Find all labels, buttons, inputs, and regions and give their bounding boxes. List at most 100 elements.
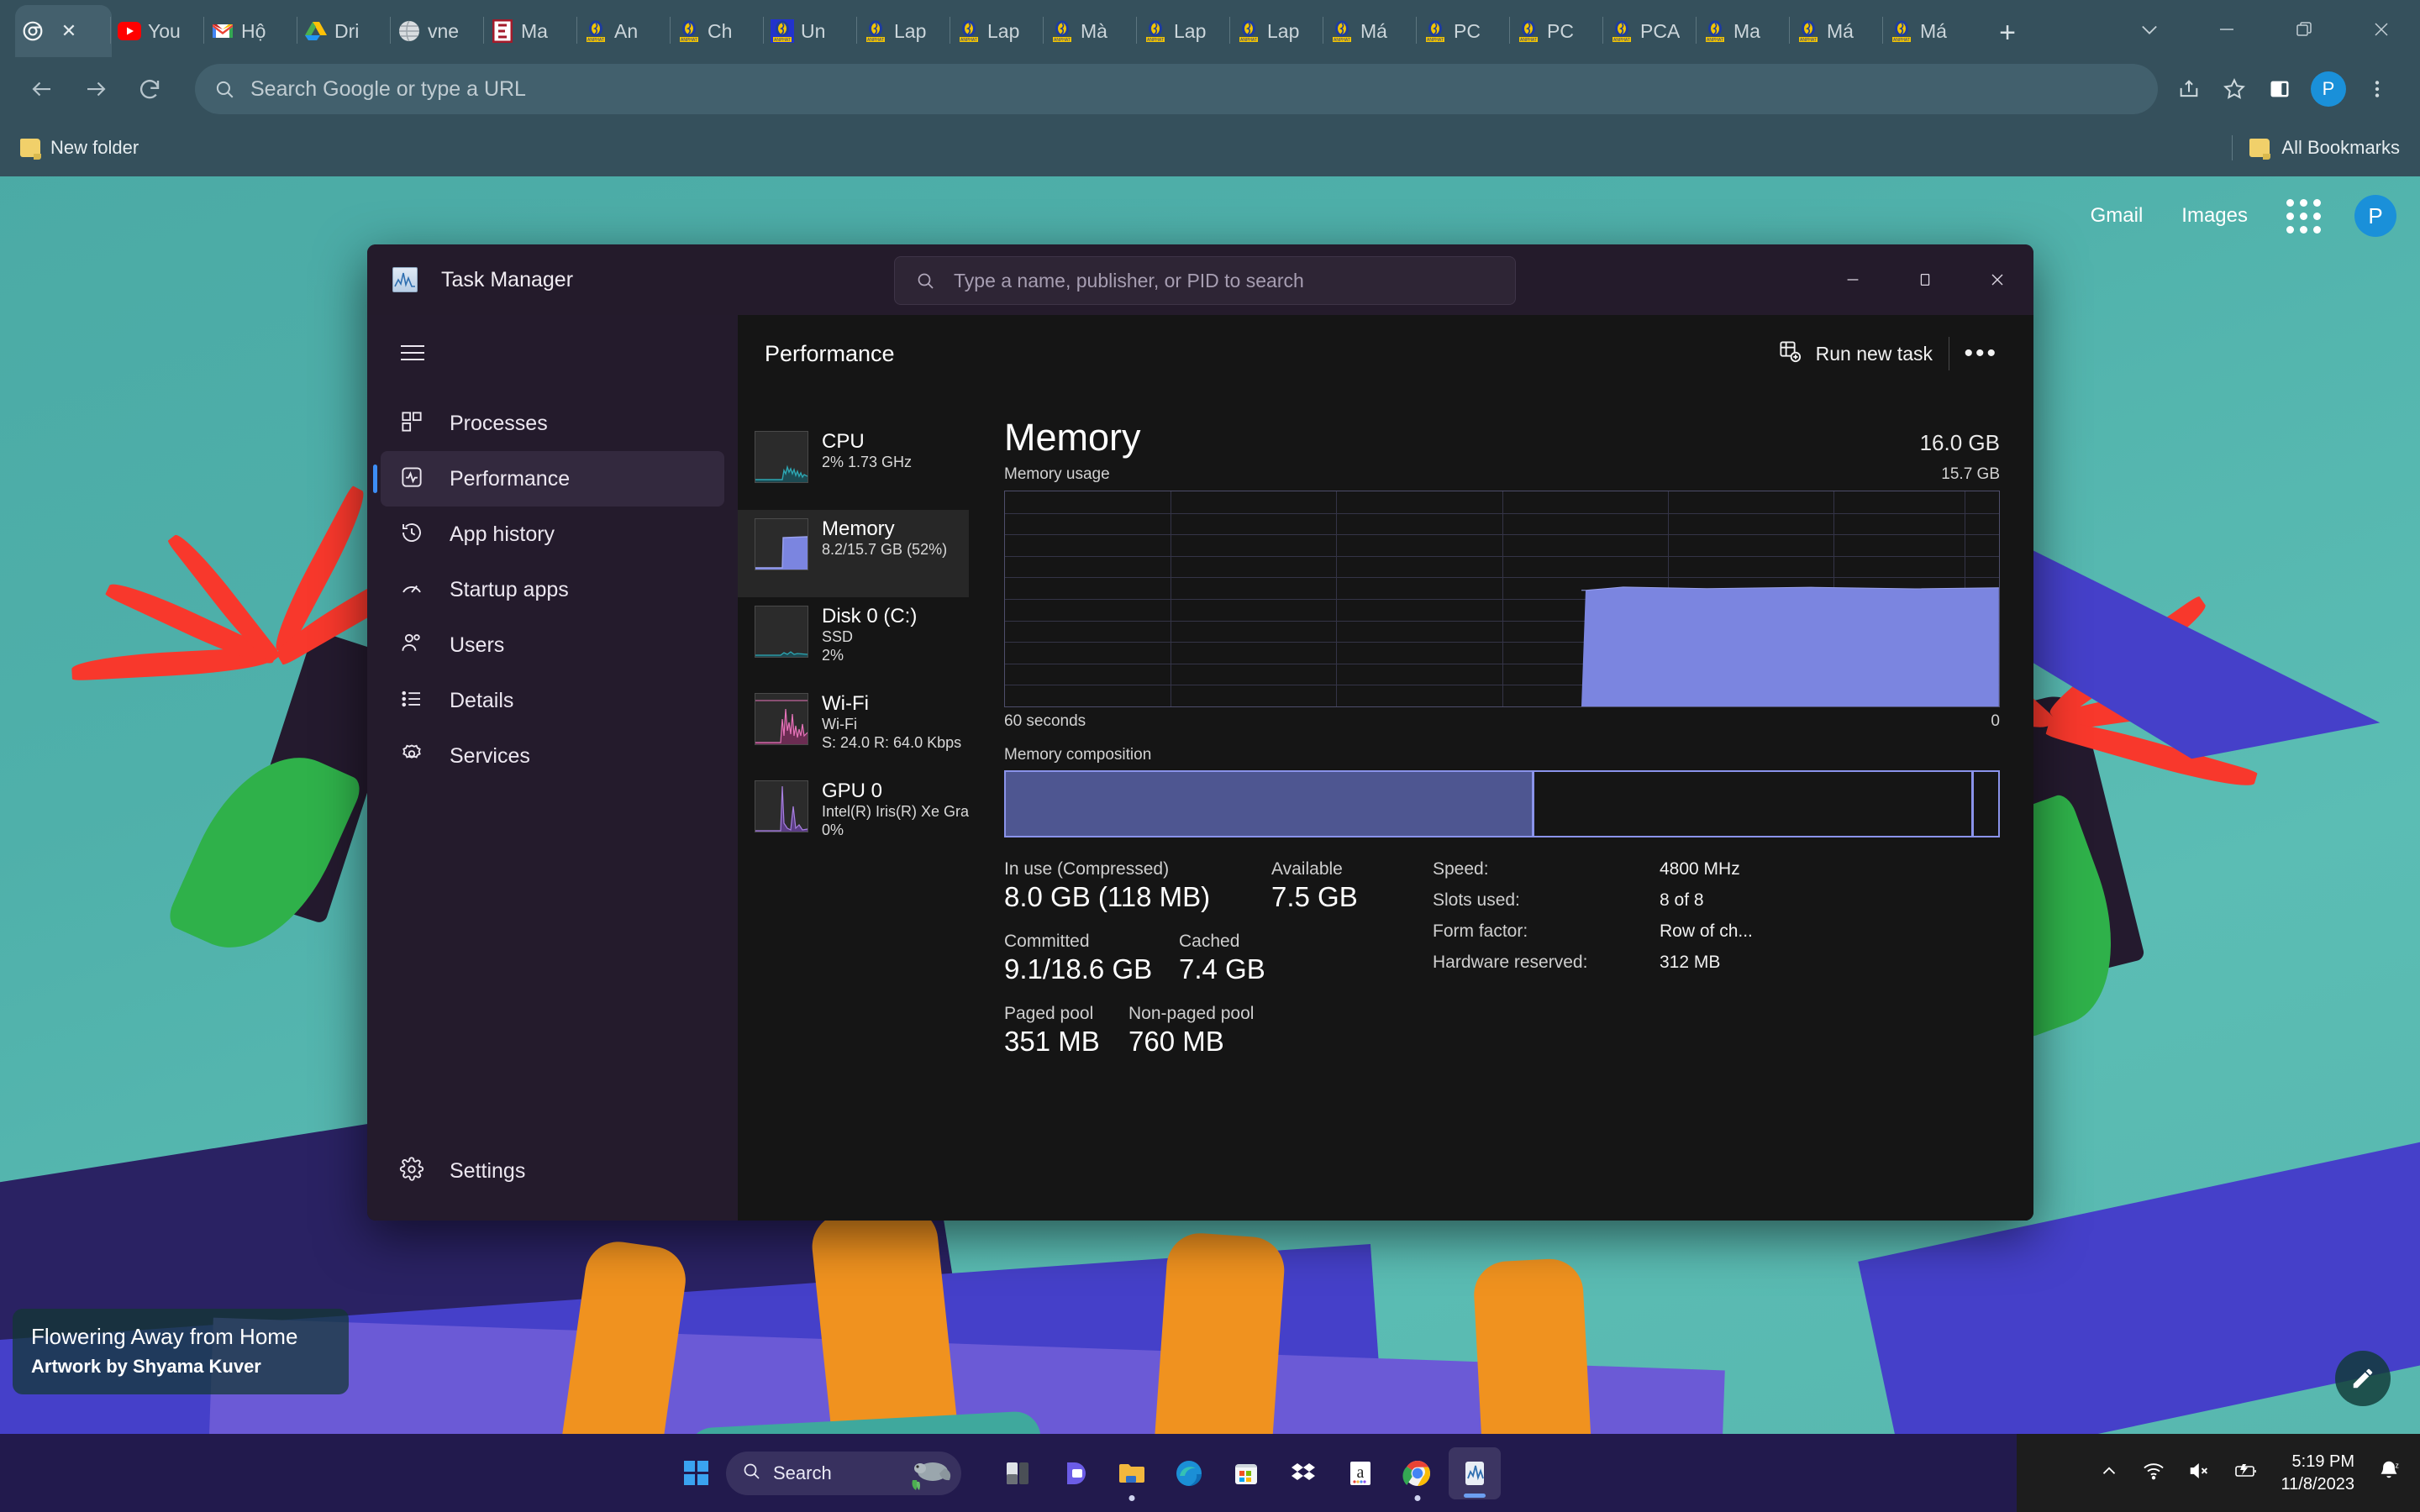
browser-tab[interactable]: ANPHAT Lap <box>951 5 1044 57</box>
sidebar-item-performance[interactable]: Performance <box>373 451 724 507</box>
browser-tab[interactable]: ✕ <box>15 5 112 57</box>
bookmark-new-folder[interactable]: New folder <box>20 137 139 160</box>
address-bar[interactable]: Search Google or type a URL <box>195 64 2158 114</box>
browser-tab[interactable]: ANPHAT Má <box>1791 5 1884 57</box>
browser-tab[interactable]: ANPHAT Ch <box>671 5 765 57</box>
task-manager-search-input[interactable]: Type a name, publisher, or PID to search <box>894 256 1516 305</box>
sidebar-item-settings[interactable]: Settings <box>381 1143 724 1199</box>
axis-left-label: 60 seconds <box>1004 712 1086 730</box>
composition-in-use-segment <box>1006 772 1532 836</box>
taskbar-app-task-view[interactable] <box>992 1447 1044 1499</box>
taskbar-search-box[interactable]: Search <box>726 1451 961 1495</box>
browser-tab[interactable]: You <box>112 5 205 57</box>
taskbar-app-file-explorer[interactable] <box>1106 1447 1158 1499</box>
sidebar-item-services[interactable]: Services <box>381 728 724 784</box>
browser-tab[interactable]: Hộ <box>205 5 298 57</box>
browser-tab[interactable]: ANPHAT Lap <box>858 5 951 57</box>
gmail-icon <box>210 18 235 44</box>
tab-close-icon[interactable]: ✕ <box>58 20 80 42</box>
show-hidden-icons-button[interactable] <box>2098 1460 2120 1486</box>
browser-tab[interactable]: vne <box>392 5 485 57</box>
edit-wallpaper-button[interactable] <box>2335 1351 2391 1406</box>
taskbar-app-microsoft-store[interactable] <box>1220 1447 1272 1499</box>
browser-profile-avatar[interactable]: P <box>2311 71 2346 107</box>
performance-resource-list: CPU 2% 1.73 GHz Memory 8.2/15.7 GB (52%)… <box>738 392 989 1221</box>
taskbar-app-edge[interactable] <box>1163 1447 1215 1499</box>
close-button[interactable] <box>2343 0 2420 59</box>
taskbar-app-chrome[interactable] <box>1392 1447 1444 1499</box>
spec-value: 4800 MHz <box>1660 859 1740 879</box>
start-button[interactable] <box>672 1449 721 1498</box>
browser-tab[interactable]: ANPHAT An <box>578 5 671 57</box>
sidebar-item-details[interactable]: Details <box>381 673 724 728</box>
sidebar-item-users[interactable]: Users <box>381 617 724 673</box>
taskbar-clock[interactable]: 5:19 PM 11/8/2023 <box>2281 1451 2355 1496</box>
browser-tab[interactable]: ANPHAT Un <box>765 5 858 57</box>
forward-button[interactable] <box>74 67 118 111</box>
taskbar-app-task-manager[interactable] <box>1449 1446 1501 1499</box>
perf-item-memory[interactable]: Memory 8.2/15.7 GB (52%) <box>738 510 969 597</box>
taskbar-app-dropbox[interactable] <box>1277 1447 1329 1499</box>
anphat-icon: ANPHAT <box>1236 18 1261 44</box>
share-icon[interactable] <box>2166 66 2212 112</box>
google-avatar[interactable]: P <box>2354 195 2396 237</box>
tm-minimize-button[interactable] <box>1817 244 1889 315</box>
browser-tab[interactable]: ANPHAT Má <box>1884 5 1977 57</box>
browser-tab[interactable]: ANPHAT Lap <box>1231 5 1324 57</box>
notification-bell-dnd-icon[interactable]: zz <box>2376 1458 2402 1488</box>
chart-axis-row: 60 seconds 0 <box>1004 712 2000 731</box>
perf-item-wifi[interactable]: Wi-Fi Wi-Fi S: 24.0 R: 64.0 Kbps <box>738 685 969 772</box>
minimize-button[interactable] <box>2188 0 2265 59</box>
sidebar-item-processes[interactable]: Processes <box>381 396 724 451</box>
sidebar-item-label: Services <box>450 743 530 768</box>
browser-tab[interactable]: Ma <box>485 5 578 57</box>
browser-tab[interactable]: Dri <box>298 5 392 57</box>
tm-close-button[interactable] <box>1961 244 2033 315</box>
images-link[interactable]: Images <box>2181 204 2248 228</box>
svg-text:ANPHAT: ANPHAT <box>1613 38 1630 43</box>
perf-item-disk[interactable]: Disk 0 (C:) SSD 2% <box>738 597 969 685</box>
browser-tab[interactable]: ANPHAT PCA <box>1604 5 1697 57</box>
google-apps-icon[interactable] <box>2286 198 2321 234</box>
bookmarks-bar: New folder All Bookmarks <box>0 119 2420 176</box>
wifi-icon[interactable] <box>2142 1459 2165 1487</box>
more-options-button[interactable]: ••• <box>1964 339 1998 368</box>
tab-separator <box>1696 17 1697 44</box>
tab-separator <box>1509 17 1510 44</box>
sidebar-item-startup-apps[interactable]: Startup apps <box>381 562 724 617</box>
perf-item-title: Wi-Fi <box>822 692 869 715</box>
bookmark-star-icon[interactable] <box>2212 66 2257 112</box>
all-bookmarks-button[interactable]: All Bookmarks <box>2232 135 2400 160</box>
memory-usage-chart <box>1004 491 2000 707</box>
hamburger-menu-button[interactable] <box>386 328 439 377</box>
folder-icon <box>2249 139 2271 160</box>
run-new-task-button[interactable]: Run new task <box>1777 339 1933 369</box>
battery-charging-icon[interactable] <box>2233 1459 2260 1487</box>
side-panel-icon[interactable] <box>2257 66 2302 112</box>
taskbar-app-amazon[interactable]: a <box>1334 1447 1386 1499</box>
browser-tab[interactable]: ANPHAT PC <box>1511 5 1604 57</box>
browser-tab-label: PC <box>1547 19 1574 42</box>
perf-item-gpu[interactable]: GPU 0 Intel(R) Iris(R) Xe Graphi 0% <box>738 772 989 859</box>
volume-muted-icon[interactable] <box>2187 1459 2211 1487</box>
reload-button[interactable] <box>128 67 171 111</box>
new-tab-button[interactable]: + <box>1989 15 2026 52</box>
perf-item-cpu[interactable]: CPU 2% 1.73 GHz <box>738 423 969 510</box>
chrome-menu-icon[interactable] <box>2354 66 2400 112</box>
perf-item-title: GPU 0 <box>822 780 883 802</box>
browser-tab[interactable]: ANPHAT PC <box>1418 5 1511 57</box>
browser-tab[interactable]: ANPHAT Má <box>1324 5 1418 57</box>
browser-tab[interactable]: ANPHAT Lap <box>1138 5 1231 57</box>
spec-key: Form factor: <box>1433 921 1528 941</box>
tm-maximize-button[interactable] <box>1889 244 1961 315</box>
svg-text:ANPHAT: ANPHAT <box>1427 38 1444 43</box>
tab-search-chevron-icon[interactable] <box>2111 0 2188 59</box>
browser-tab[interactable]: ANPHAT Ma <box>1697 5 1791 57</box>
restore-button[interactable] <box>2265 0 2343 59</box>
back-button[interactable] <box>20 67 64 111</box>
browser-tab[interactable]: ANPHAT Mà <box>1044 5 1138 57</box>
gmail-link[interactable]: Gmail <box>2091 204 2144 228</box>
taskbar-app-teams[interactable] <box>1049 1447 1101 1499</box>
sidebar-item-app-history[interactable]: App history <box>381 507 724 562</box>
details-icon <box>399 686 424 716</box>
